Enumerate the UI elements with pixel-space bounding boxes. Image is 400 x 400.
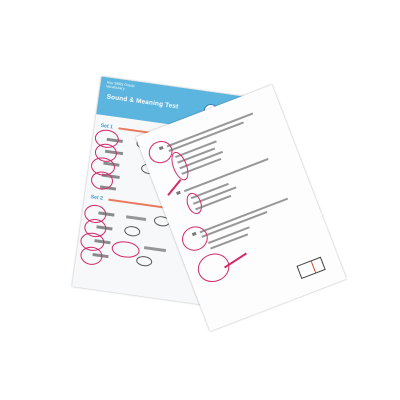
pink-mark — [193, 248, 234, 287]
score-box — [296, 256, 326, 280]
choice-oval — [123, 225, 141, 238]
set-2-label: Set 2 — [90, 194, 104, 202]
header-small-text: Hoy SBAS Grade Vocabulary — [106, 80, 135, 92]
question-text — [183, 158, 269, 193]
question-text — [168, 121, 244, 153]
answer-text — [125, 215, 147, 222]
pink-mark — [110, 239, 141, 260]
answer-text — [143, 246, 167, 253]
question-number — [176, 190, 181, 196]
photo-scene: Hoy SBAS Grade Vocabulary Sound & Meanin… — [0, 0, 400, 400]
choice-oval — [135, 255, 153, 268]
worksheet-title: Sound & Meaning Test — [106, 93, 179, 111]
score-box-divider — [310, 257, 325, 273]
